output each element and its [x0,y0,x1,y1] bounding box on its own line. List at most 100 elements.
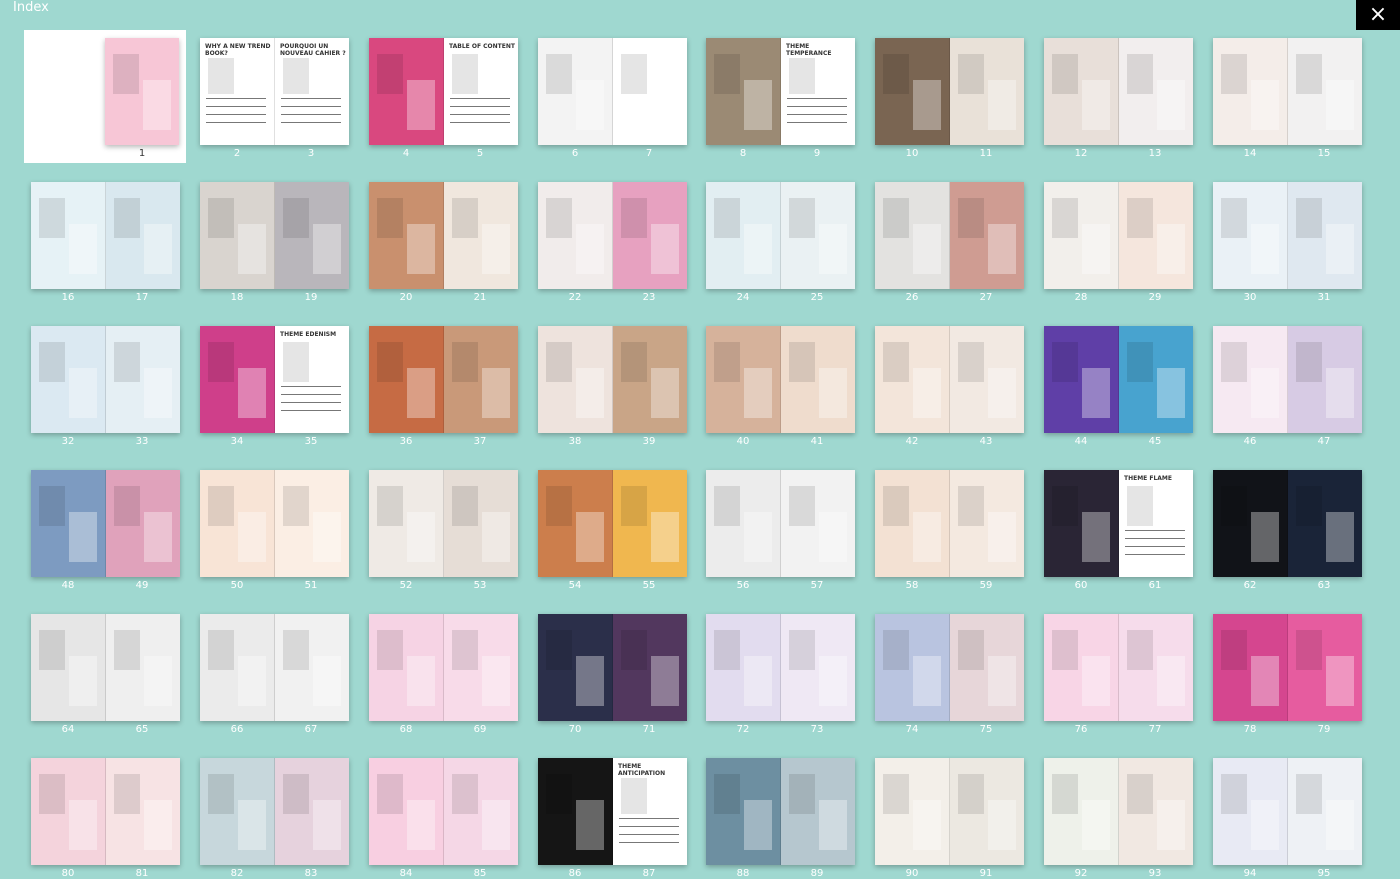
page-thumbnail[interactable] [1044,614,1119,721]
spread-thumbnail-4-5[interactable]: TABLE OF CONTENT [369,38,518,145]
page-thumbnail[interactable] [950,614,1024,721]
page-thumbnail[interactable]: POURQUOI UN NOUVEAU CAHIER ? [275,38,349,145]
spread-thumbnail-12-13[interactable] [1044,38,1193,145]
page-thumbnail[interactable] [275,758,349,865]
page-thumbnail[interactable] [369,182,444,289]
page-thumbnail[interactable] [875,38,950,145]
page-thumbnail[interactable] [950,326,1024,433]
page-thumbnail[interactable] [538,758,613,865]
page-thumbnail[interactable]: THEME EDENISM [275,326,349,433]
page-thumbnail[interactable] [106,614,180,721]
spread-thumbnail-70-71[interactable] [538,614,687,721]
page-thumbnail[interactable] [1119,326,1193,433]
spread-thumbnail-44-45[interactable] [1044,326,1193,433]
page-thumbnail[interactable] [1288,38,1362,145]
page-thumbnail[interactable]: THEME TEMPERANCE [781,38,855,145]
spread-thumbnail-64-65[interactable] [31,614,180,721]
page-thumbnail[interactable] [444,758,518,865]
page-thumbnail[interactable] [875,182,950,289]
spread-thumbnail-54-55[interactable] [538,470,687,577]
page-thumbnail[interactable] [200,758,275,865]
spread-thumbnail-76-77[interactable] [1044,614,1193,721]
spread-thumbnail-26-27[interactable] [875,182,1024,289]
page-thumbnail[interactable] [1288,182,1362,289]
spread-thumbnail-46-47[interactable] [1213,326,1362,433]
page-thumbnail[interactable]: WHY A NEW TREND BOOK? [200,38,275,145]
spread-thumbnail-40-41[interactable] [706,326,855,433]
page-thumbnail[interactable] [106,470,180,577]
spread-thumbnail-6-7[interactable] [538,38,687,145]
page-thumbnail[interactable] [706,182,781,289]
page-thumbnail[interactable] [781,758,855,865]
page-thumbnail[interactable] [1213,326,1288,433]
page-thumbnail[interactable] [706,38,781,145]
spread-thumbnail-86-87[interactable]: THEME ANTICIPATION [538,758,687,865]
page-thumbnail[interactable] [1044,758,1119,865]
spread-thumbnail-60-61[interactable]: THEME FLAME [1044,470,1193,577]
spread-thumbnail-90-91[interactable] [875,758,1024,865]
page-thumbnail[interactable]: TABLE OF CONTENT [444,38,518,145]
page-thumbnail[interactable] [875,470,950,577]
spread-thumbnail-32-33[interactable] [31,326,180,433]
spread-thumbnail-74-75[interactable] [875,614,1024,721]
page-thumbnail[interactable] [1288,758,1362,865]
spread-thumbnail-8-9[interactable]: THEME TEMPERANCE [706,38,855,145]
page-thumbnail[interactable] [369,758,444,865]
page-thumbnail[interactable] [275,470,349,577]
spread-thumbnail-56-57[interactable] [706,470,855,577]
page-thumbnail[interactable] [369,326,444,433]
page-thumbnail[interactable] [875,326,950,433]
spread-thumbnail-62-63[interactable] [1213,470,1362,577]
page-thumbnail[interactable] [275,614,349,721]
page-thumbnail[interactable] [538,182,613,289]
page-thumbnail[interactable] [1044,470,1119,577]
page-thumbnail[interactable] [950,758,1024,865]
page-thumbnail[interactable] [875,758,950,865]
page-thumbnail[interactable] [1044,182,1119,289]
page-thumbnail[interactable]: THEME FLAME [1119,470,1193,577]
page-thumbnail[interactable] [444,326,518,433]
page-thumbnail[interactable] [613,614,687,721]
page-thumbnail[interactable] [706,614,781,721]
page-thumbnail[interactable] [781,614,855,721]
page-thumbnail[interactable] [1119,614,1193,721]
page-thumbnail[interactable] [1288,470,1362,577]
page-thumbnail[interactable] [369,38,444,145]
page-thumbnail[interactable] [781,470,855,577]
page-thumbnail[interactable] [950,182,1024,289]
spread-thumbnail-22-23[interactable] [538,182,687,289]
spread-thumbnail-78-79[interactable] [1213,614,1362,721]
page-thumbnail[interactable] [1213,614,1288,721]
page-thumbnail[interactable] [781,182,855,289]
spread-thumbnail-52-53[interactable] [369,470,518,577]
page-thumbnail[interactable] [1213,470,1288,577]
spread-thumbnail-10-11[interactable] [875,38,1024,145]
page-thumbnail[interactable] [31,182,106,289]
page-thumbnail[interactable] [444,470,518,577]
spread-thumbnail-84-85[interactable] [369,758,518,865]
page-thumbnail[interactable] [538,470,613,577]
page-thumbnail[interactable] [706,326,781,433]
page-thumbnail[interactable] [1213,38,1288,145]
spread-thumbnail-14-15[interactable] [1213,38,1362,145]
spread-thumbnail-88-89[interactable] [706,758,855,865]
spread-thumbnail-94-95[interactable] [1213,758,1362,865]
spread-thumbnail-38-39[interactable] [538,326,687,433]
page-thumbnail[interactable] [1213,758,1288,865]
page-thumbnail[interactable] [538,326,613,433]
page-thumbnail[interactable]: THEME ANTICIPATION [613,758,687,865]
page-thumbnail[interactable] [1119,182,1193,289]
page-thumbnail[interactable] [950,38,1024,145]
page-thumbnail[interactable] [706,470,781,577]
page-thumbnail[interactable] [613,470,687,577]
page-thumbnail[interactable] [781,326,855,433]
page-thumbnail[interactable] [613,38,687,145]
page-thumbnail[interactable] [875,614,950,721]
page-thumbnail[interactable] [31,758,106,865]
spread-thumbnail-24-25[interactable] [706,182,855,289]
page-thumbnail[interactable] [200,326,275,433]
page-thumbnail[interactable] [31,470,106,577]
spread-thumbnail-48-49[interactable] [31,470,180,577]
page-thumbnail[interactable] [106,182,180,289]
page-thumbnail[interactable] [444,182,518,289]
